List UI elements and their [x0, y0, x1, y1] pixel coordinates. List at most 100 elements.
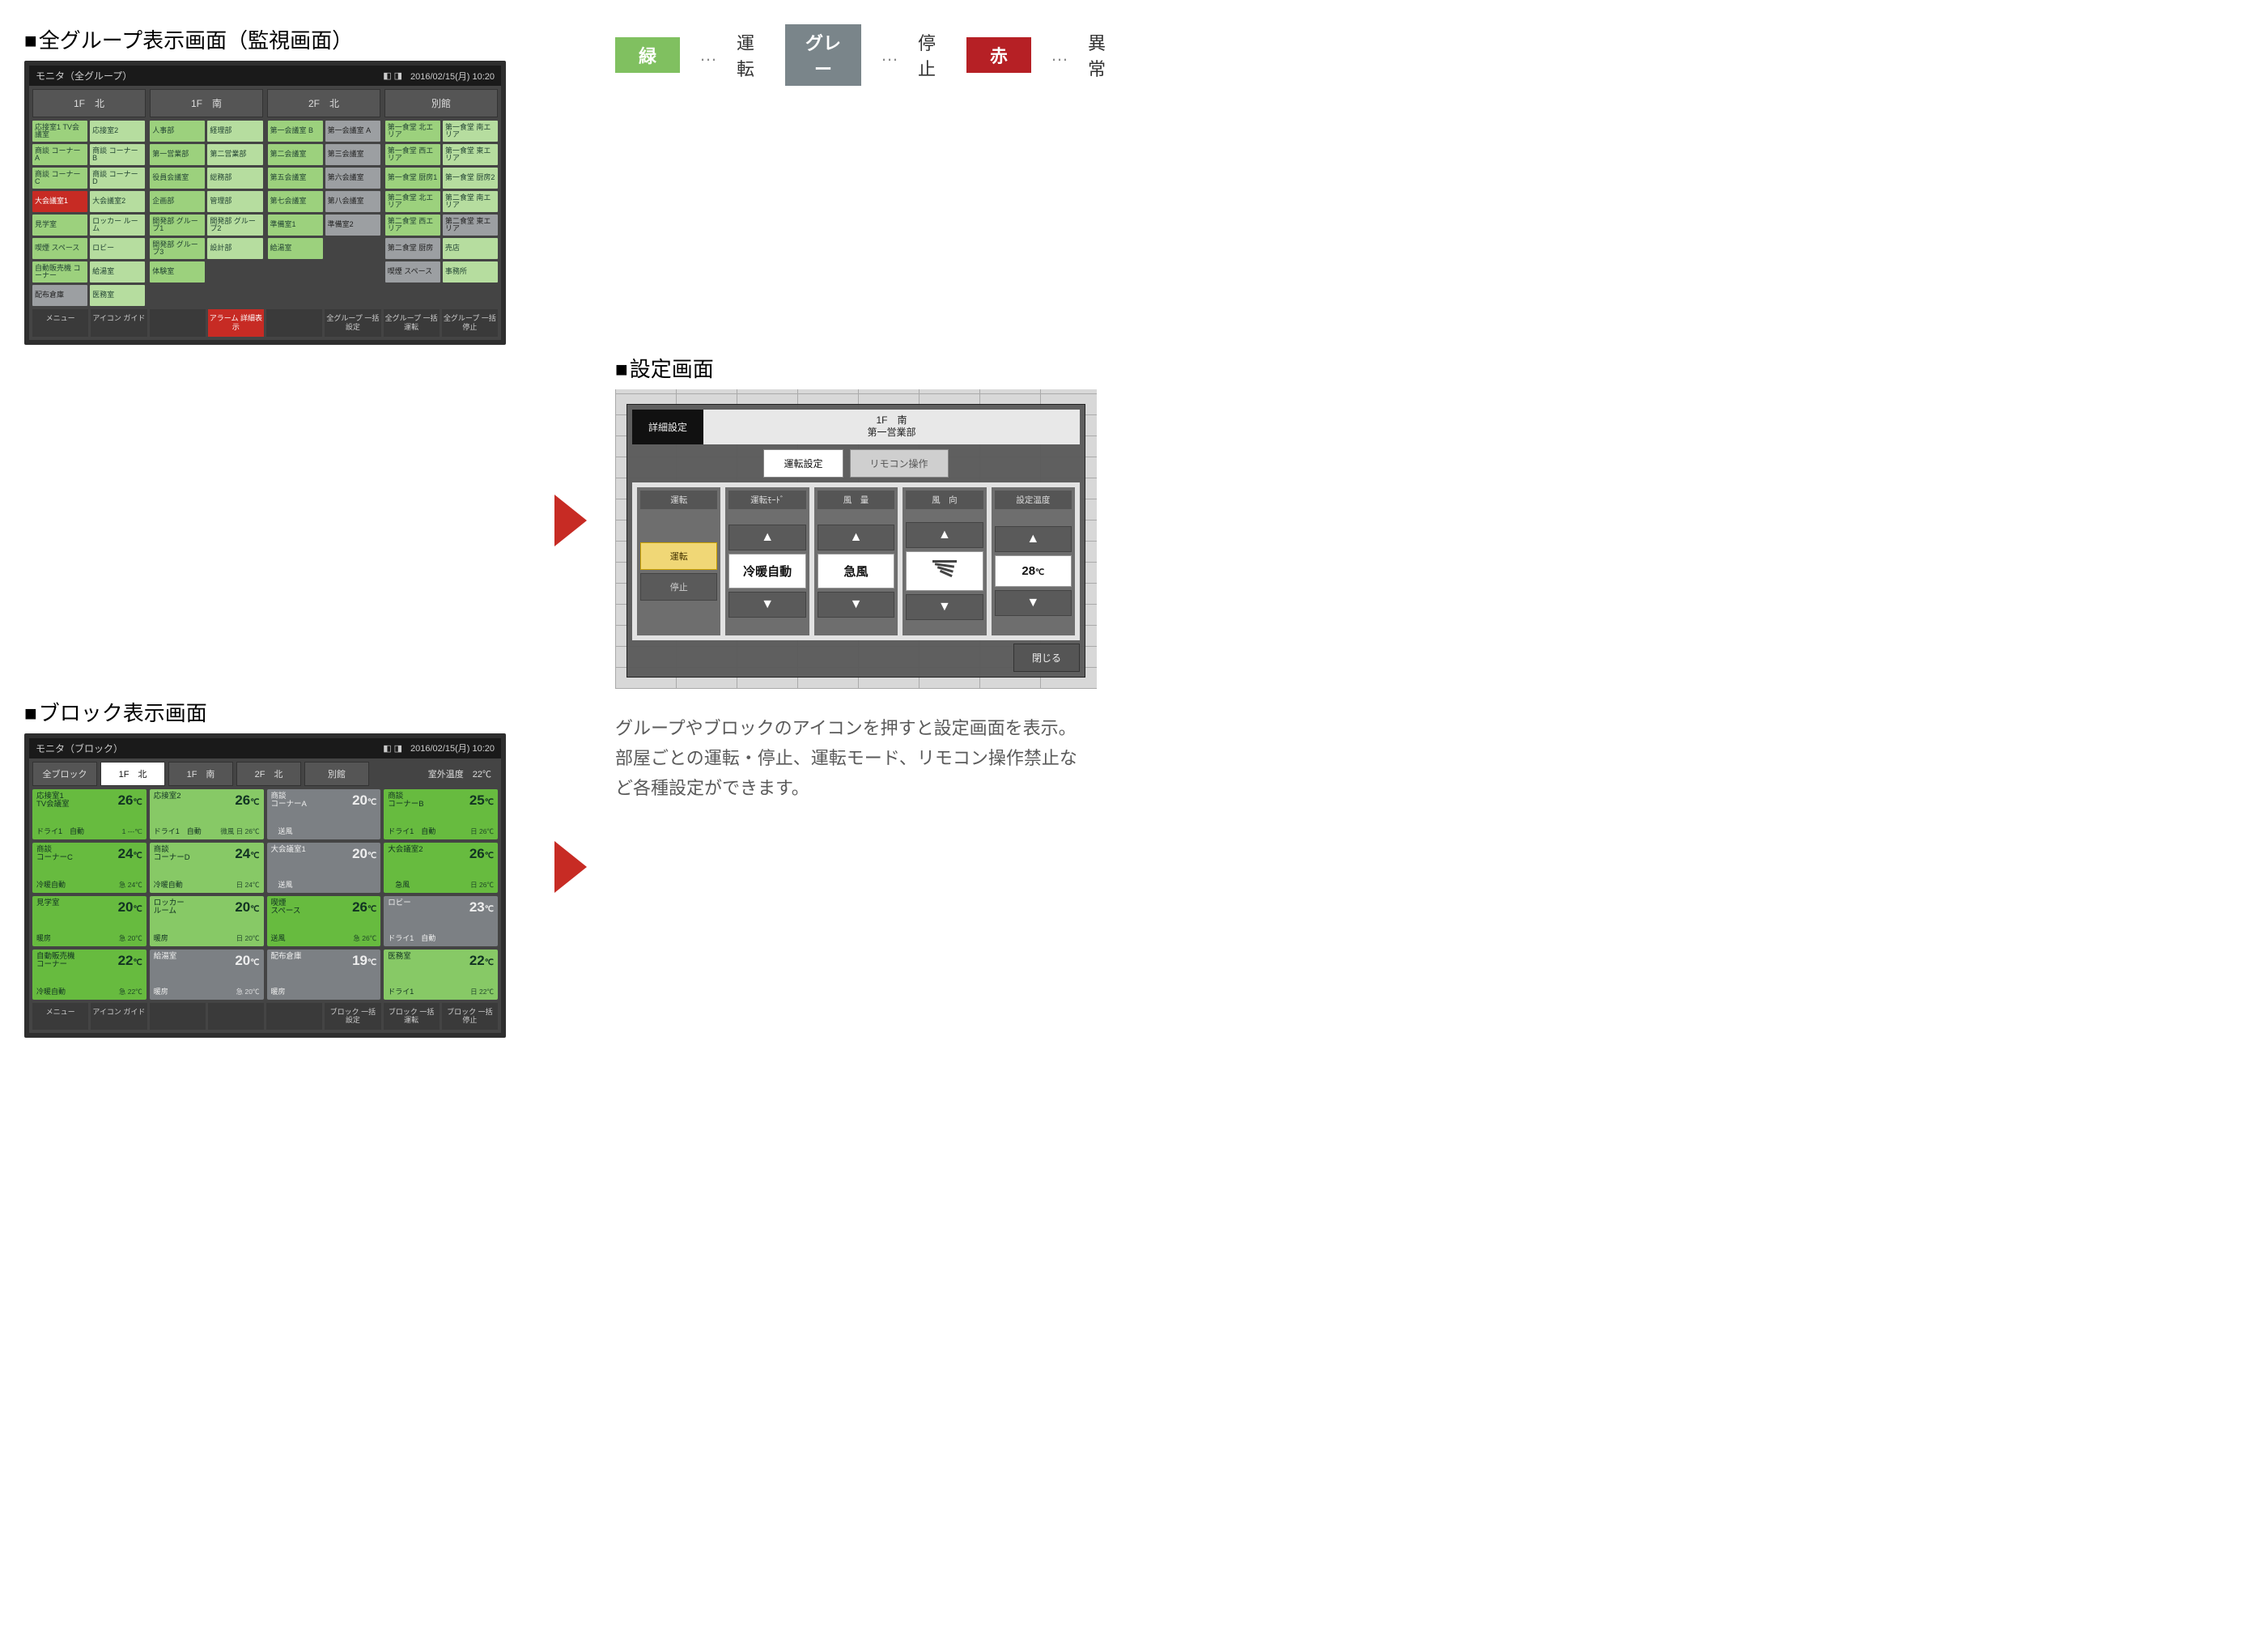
group-tile[interactable]: 準備室1 — [268, 215, 323, 236]
footer-button[interactable]: 全グループ 一括運転 — [384, 309, 440, 337]
block-card[interactable]: 給湯室20℃暖房 急 20℃ — [150, 950, 264, 1000]
block-card[interactable]: 配布倉庫19℃暖房 — [267, 950, 381, 1000]
group-tile[interactable]: 第二食堂 西エリア — [385, 215, 440, 236]
group-tile[interactable]: 大会議室2 — [90, 191, 145, 212]
group-tile[interactable]: 第一会議室 A — [325, 121, 380, 142]
zone-tab[interactable]: 1F 北 — [32, 89, 146, 117]
group-tile[interactable]: 第二食堂 南エリア — [443, 191, 498, 212]
footer-button[interactable]: メニュー — [32, 1003, 88, 1030]
mode-up-button[interactable]: ▲ — [728, 525, 805, 550]
block-tab[interactable]: 全ブロック — [32, 762, 97, 786]
block-tab[interactable]: 2F 北 — [236, 762, 301, 786]
footer-button[interactable]: 全グループ 一括停止 — [442, 309, 498, 337]
group-tile[interactable]: 第一食堂 厨房2 — [443, 168, 498, 189]
footer-button[interactable]: アイコン ガイド — [91, 1003, 147, 1030]
footer-button[interactable]: ブロック 一括停止 — [442, 1003, 498, 1030]
settings-tab-operation[interactable]: 運転設定 — [763, 449, 843, 478]
group-tile[interactable]: 準備室2 — [325, 215, 380, 236]
mode-down-button[interactable]: ▼ — [728, 592, 805, 618]
fan-down-button[interactable]: ▼ — [818, 592, 894, 618]
footer-button[interactable]: アイコン ガイド — [91, 309, 147, 337]
group-tile[interactable]: 第一食堂 北エリア — [385, 121, 440, 142]
group-tile[interactable]: 第一営業部 — [150, 144, 205, 165]
close-button[interactable]: 閉じる — [1013, 644, 1080, 672]
group-tile[interactable]: 管理部 — [207, 191, 262, 212]
group-tile[interactable]: 事務所 — [443, 261, 498, 283]
group-tile[interactable]: 第一食堂 西エリア — [385, 144, 440, 165]
off localStorage-button[interactable]: 停止 — [640, 573, 717, 601]
group-tile[interactable]: 商談 コーナーA — [32, 144, 87, 165]
group-tile[interactable]: 喫煙 スペース — [385, 261, 440, 283]
zone-tab[interactable]: 別館 — [384, 89, 498, 117]
block-card[interactable]: ロッカー ルーム20℃暖房 日 20℃ — [150, 896, 264, 946]
block-card[interactable]: 見学室20℃暖房 急 20℃ — [32, 896, 147, 946]
block-card[interactable]: 商談 コーナーD24℃冷暖自動 日 24℃ — [150, 843, 264, 893]
group-tile[interactable]: 配布倉庫 — [32, 285, 87, 306]
block-card[interactable]: 自動販売機 コーナー22℃冷暖自動 急 22℃ — [32, 950, 147, 1000]
group-tile[interactable]: 第一食堂 厨房1 — [385, 168, 440, 189]
block-card[interactable]: 喫煙 スペース26℃送風 急 26℃ — [267, 896, 381, 946]
block-card[interactable]: 商談 コーナーB25℃ドライ1 自動日 26℃ — [384, 789, 498, 839]
block-card[interactable]: 商談 コーナーC24℃冷暖自動 急 24℃ — [32, 843, 147, 893]
block-card[interactable]: 大会議室226℃ 急風日 26℃ — [384, 843, 498, 893]
block-card[interactable]: 商談 コーナーA20℃ 送風 — [267, 789, 381, 839]
group-tile[interactable]: 第三会議室 — [325, 144, 380, 165]
group-tile[interactable]: 見学室 — [32, 215, 87, 236]
block-card[interactable]: 応接室226℃ドライ1 自動微風 日 26℃ — [150, 789, 264, 839]
group-tile[interactable]: 商談 コーナーB — [90, 144, 145, 165]
group-tile[interactable]: 第二会議室 — [268, 144, 323, 165]
block-card[interactable]: 医務室22℃ドライ1 日 22℃ — [384, 950, 498, 1000]
group-tile[interactable]: 第六会議室 — [325, 168, 380, 189]
group-tile[interactable]: 第二食堂 厨房 — [385, 238, 440, 259]
group-tile[interactable]: 設計部 — [207, 238, 262, 259]
detail-settings-button[interactable]: 詳細設定 — [632, 410, 703, 444]
group-tile[interactable]: 商談 コーナーC — [32, 168, 87, 189]
group-tile[interactable]: ロッカー ルーム — [90, 215, 145, 236]
group-tile[interactable]: 企画部 — [150, 191, 205, 212]
zone-tab[interactable]: 2F 北 — [267, 89, 380, 117]
group-tile[interactable]: 第一食堂 東エリア — [443, 144, 498, 165]
fan-up-button[interactable]: ▲ — [818, 525, 894, 550]
group-tile[interactable]: 医務室 — [90, 285, 145, 306]
temp-up-button[interactable]: ▲ — [995, 526, 1072, 552]
group-tile[interactable]: 開発部 グループ1 — [150, 215, 205, 236]
block-card[interactable]: 大会議室120℃ 送風 — [267, 843, 381, 893]
settings-tab-remote[interactable]: リモコン操作 — [850, 449, 949, 478]
group-tile[interactable]: 第五会議室 — [268, 168, 323, 189]
group-tile[interactable]: 給湯室 — [90, 261, 145, 283]
group-tile[interactable]: 総務部 — [207, 168, 262, 189]
block-card[interactable]: ロビー23℃ドライ1 自動 — [384, 896, 498, 946]
group-tile[interactable]: 喫煙 スペース — [32, 238, 87, 259]
footer-button[interactable]: ブロック 一括設定 — [325, 1003, 380, 1030]
footer-button[interactable]: 全グループ 一括設定 — [325, 309, 380, 337]
group-tile[interactable]: 第七会議室 — [268, 191, 323, 212]
group-tile[interactable]: 自動販売機 コーナー — [32, 261, 87, 283]
footer-button[interactable]: メニュー — [32, 309, 88, 337]
swing-up-button[interactable]: ▲ — [906, 522, 983, 548]
group-tile[interactable]: 開発部 グループ3 — [150, 238, 205, 259]
group-tile[interactable]: 応接室2 — [90, 121, 145, 142]
block-tab[interactable]: 1F 南 — [168, 762, 233, 786]
footer-button[interactable]: アラーム 詳細表示 — [208, 309, 264, 337]
block-card[interactable]: 応接室1 TV会議室26℃ドライ1 自動1 ---℃ — [32, 789, 147, 839]
block-tab[interactable]: 別館 — [304, 762, 369, 786]
group-tile[interactable]: 役員会議室 — [150, 168, 205, 189]
swing-down-button[interactable]: ▼ — [906, 594, 983, 620]
footer-button[interactable]: ブロック 一括運転 — [384, 1003, 440, 1030]
group-tile[interactable]: 給湯室 — [268, 238, 323, 259]
block-tab[interactable]: 1F 北 — [100, 762, 165, 786]
group-tile[interactable]: ロビー — [90, 238, 145, 259]
group-tile[interactable]: 経理部 — [207, 121, 262, 142]
group-tile[interactable]: 開発部 グループ2 — [207, 215, 262, 236]
group-tile[interactable]: 第二食堂 東エリア — [443, 215, 498, 236]
group-tile[interactable]: 人事部 — [150, 121, 205, 142]
group-tile[interactable]: 商談 コーナーD — [90, 168, 145, 189]
group-tile[interactable]: 第二食堂 北エリア — [385, 191, 440, 212]
group-tile[interactable]: 第二営業部 — [207, 144, 262, 165]
group-tile[interactable]: 体験室 — [150, 261, 205, 283]
group-tile[interactable]: 大会議室1 — [32, 191, 87, 212]
temp-down-button[interactable]: ▼ — [995, 590, 1072, 616]
zone-tab[interactable]: 1F 南 — [150, 89, 263, 117]
group-tile[interactable]: 第一食堂 南エリア — [443, 121, 498, 142]
on-button[interactable]: 運転 — [640, 542, 717, 570]
